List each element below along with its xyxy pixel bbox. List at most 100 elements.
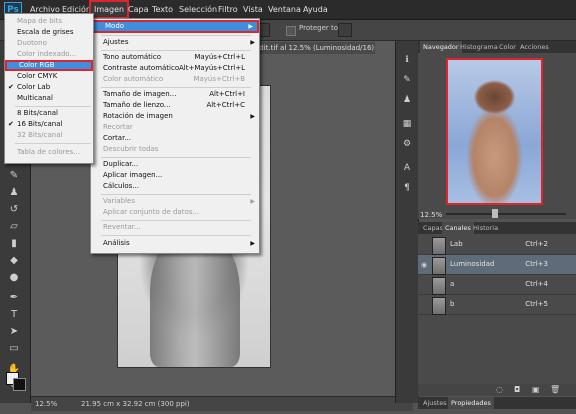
menu-item-reventar: Reventar... (91, 222, 259, 233)
menu-separator (15, 143, 91, 144)
menu-item-recortar: Recortar (91, 122, 259, 133)
navigator-zoom-slider[interactable] (446, 213, 566, 215)
menu-item-color-indexado: Color indexado... (5, 49, 93, 60)
paragraph-icon[interactable]: ¶ (400, 181, 414, 195)
status-bar: 12.5% 21.95 cm x 32.92 cm (300 ppi) (31, 396, 413, 411)
tab-propiedades[interactable]: Propiedades (448, 397, 494, 409)
menu-item-ajustes[interactable]: Ajustes ▶ (91, 37, 259, 48)
menu-item-label: Color automático (103, 75, 164, 83)
channel-thumbnail (432, 297, 446, 315)
menu-item-color-lab[interactable]: ✔ Color Lab (5, 82, 93, 93)
submenu-arrow-icon: ▶ (250, 113, 255, 120)
info-icon[interactable]: ℹ (400, 53, 414, 67)
menu-filtro[interactable]: Filtro (218, 0, 238, 19)
tab-historia[interactable]: Historia (470, 222, 501, 234)
menu-item-32-bits: 32 Bits/canal (5, 130, 93, 141)
load-selection-icon[interactable]: ◌ (496, 385, 503, 394)
channel-row-luminosidad[interactable]: ◉ Luminosidad Ctrl+3 (418, 255, 576, 275)
menu-item-tamano-lienzo[interactable]: Tamaño de lienzo... Alt+Ctrl+C (91, 100, 259, 111)
menu-item-label: Duplicar... (103, 160, 139, 168)
trash-icon[interactable]: 🗑 (550, 385, 560, 394)
menu-texto[interactable]: Texto (152, 0, 173, 19)
swatches-icon[interactable]: ▦ (400, 117, 414, 131)
menu-item-modo[interactable]: Modo ▶ (91, 20, 259, 33)
tab-navegador[interactable]: Navegador (420, 41, 462, 53)
menu-item-label: Descubrir todas (103, 145, 159, 153)
tab-histograma[interactable]: Histograma (457, 41, 501, 53)
menu-imagen[interactable]: Imagen (89, 0, 130, 19)
tab-color[interactable]: Color (496, 41, 519, 53)
zoom-level[interactable]: 12.5% (35, 400, 57, 408)
path-select-icon[interactable]: ➤ (5, 325, 23, 339)
history-brush-icon[interactable]: ↺ (5, 203, 23, 217)
menu-item-multicanal[interactable]: Multicanal (5, 93, 93, 104)
menu-item-tamano-imagen[interactable]: Tamaño de imagen... Alt+Ctrl+I (91, 89, 259, 100)
menu-item-label: Modo (105, 22, 125, 30)
brush-tool-icon[interactable]: ✎ (5, 169, 23, 183)
brush-preset-icon[interactable]: ✎ (400, 73, 414, 87)
menu-seleccion[interactable]: Selección (179, 0, 217, 19)
bottom-panel-tabs: Ajustes Propiedades (418, 397, 576, 409)
save-selection-icon[interactable]: ◘ (514, 385, 520, 394)
protect-tones-checkbox[interactable] (286, 26, 296, 36)
character-icon[interactable]: A (400, 161, 414, 175)
channel-thumbnail (432, 257, 446, 275)
menu-item-label: Análisis (103, 239, 130, 247)
menu-item-label: Tamaño de imagen... (103, 90, 177, 98)
shape-tool-icon[interactable]: ▭ (5, 342, 23, 356)
menu-item-color-rgb[interactable]: Color RGB (5, 60, 93, 71)
submenu-arrow-icon: ▶ (250, 240, 255, 247)
menu-item-rotacion[interactable]: Rotación de imagen ▶ (91, 111, 259, 122)
menu-ayuda[interactable]: Ayuda (303, 0, 328, 19)
menu-item-label: Color indexado... (17, 50, 77, 58)
channel-shortcut: Ctrl+5 (525, 300, 548, 308)
channel-shortcut: Ctrl+2 (525, 240, 548, 248)
submenu-arrow-icon: ▶ (250, 198, 255, 205)
menu-item-label: Rotación de imagen (103, 112, 173, 120)
eye-icon[interactable]: ◉ (421, 261, 427, 269)
pen-tool-icon[interactable]: ✒ (5, 291, 23, 305)
checkmark-icon: ✔ (8, 83, 14, 91)
styles-icon[interactable]: ⚙ (400, 137, 414, 151)
menu-item-cortar[interactable]: Cortar... (91, 133, 259, 144)
type-tool-icon[interactable]: T (5, 308, 23, 322)
brush-pressure-icon[interactable] (338, 23, 352, 37)
menu-item-contraste-automatico[interactable]: Contraste automático Alt+Mayús+Ctrl+L (91, 63, 259, 74)
tab-acciones[interactable]: Acciones (517, 41, 552, 53)
menu-item-duplicar[interactable]: Duplicar... (91, 159, 259, 170)
channel-row-b[interactable]: b Ctrl+5 (418, 295, 576, 315)
dodge-tool-icon[interactable]: ● (5, 271, 23, 285)
navigator-slider-handle[interactable] (492, 209, 498, 218)
menu-item-label: Contraste automático (103, 64, 180, 72)
channel-row-a[interactable]: a Ctrl+4 (418, 275, 576, 295)
menu-item-16-bits[interactable]: ✔ 16 Bits/canal (5, 119, 93, 130)
checkmark-icon: ✔ (8, 120, 14, 128)
menu-item-tono-automatico[interactable]: Tono automático Mayús+Ctrl+L (91, 52, 259, 63)
channel-row-lab[interactable]: Lab Ctrl+2 (418, 235, 576, 255)
document-tab[interactable]: edit.tif al 12.5% (Luminosidad/16) * (255, 42, 375, 54)
menu-shortcut: Mayús+Ctrl+L (194, 53, 245, 61)
menu-item-aplicar-conjunto: Aplicar conjunto de datos... (91, 207, 259, 218)
menu-item-escala-de-grises[interactable]: Escala de grises (5, 27, 93, 38)
menu-item-color-cmyk[interactable]: Color CMYK (5, 71, 93, 82)
navigator-zoom-value[interactable]: 12.5% (420, 211, 442, 219)
clone-source-icon[interactable]: ♟ (400, 93, 414, 107)
channel-name: b (450, 300, 455, 308)
gradient-tool-icon[interactable]: ▮ (5, 237, 23, 251)
menu-item-8-bits[interactable]: 8 Bits/canal (5, 108, 93, 119)
blur-tool-icon[interactable]: ◆ (5, 254, 23, 268)
menu-item-calculos[interactable]: Cálculos... (91, 181, 259, 192)
menu-capa[interactable]: Capa (128, 0, 148, 19)
tab-ajustes[interactable]: Ajustes (420, 397, 450, 409)
menu-vista[interactable]: Vista (243, 0, 263, 19)
eraser-tool-icon[interactable]: ▱ (5, 220, 23, 234)
new-channel-icon[interactable]: ▣ (532, 385, 540, 394)
menu-ventana[interactable]: Ventana (268, 0, 301, 19)
stamp-tool-icon[interactable]: ♟ (5, 186, 23, 200)
channel-thumbnail (432, 237, 446, 255)
menu-item-label: Duotono (17, 39, 47, 47)
menu-item-analisis[interactable]: Análisis ▶ (91, 238, 259, 249)
background-color-swatch[interactable] (13, 378, 26, 391)
navigator-thumbnail[interactable] (446, 58, 543, 205)
menu-item-aplicar-imagen[interactable]: Aplicar imagen... (91, 170, 259, 181)
